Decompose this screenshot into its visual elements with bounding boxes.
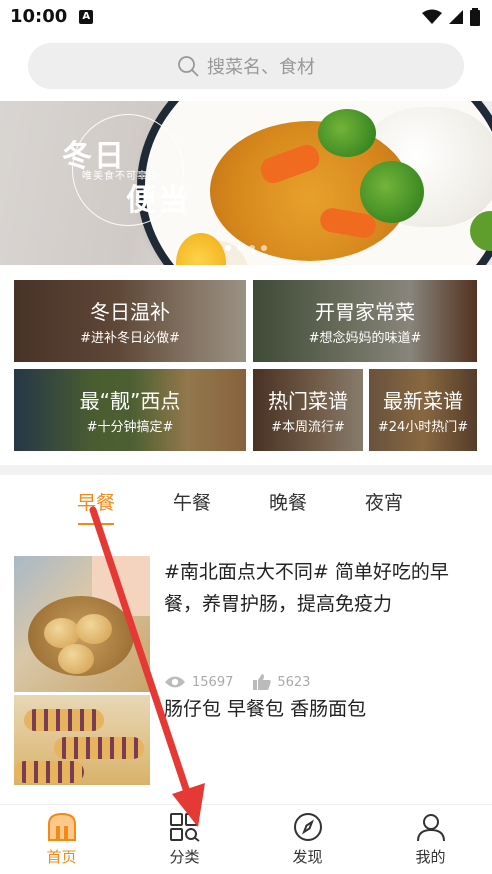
nav-home-label: 首页 <box>46 848 77 866</box>
category-title: 最“靓”西点 <box>79 389 181 413</box>
battery-icon <box>470 7 480 26</box>
nav-discover-label: 发现 <box>292 848 323 866</box>
recipe-bun-image <box>76 614 112 644</box>
recipe-roll-image <box>54 737 144 759</box>
nav-home[interactable]: 首页 <box>0 805 123 874</box>
banner-dot[interactable] <box>261 245 267 251</box>
category-subtitle: #进补冬日必做# <box>80 331 180 346</box>
category-subtitle: #十分钟搞定# <box>86 420 174 435</box>
nav-category-label: 分类 <box>169 848 200 866</box>
nav-profile-label: 我的 <box>415 848 446 866</box>
recipe-roll-image <box>24 709 104 731</box>
category-tile-newest[interactable]: 最新菜谱 #24小时热门# <box>369 369 477 451</box>
tab-lunch[interactable]: 午餐 <box>144 475 240 531</box>
category-subtitle: #24小时热门# <box>377 420 469 435</box>
category-title: 热门菜谱 <box>268 389 348 413</box>
category-grid-icon <box>169 813 200 842</box>
tab-late-night[interactable]: 夜宵 <box>336 475 432 531</box>
wifi-icon <box>422 9 442 24</box>
notification-badge-icon: A <box>79 9 94 24</box>
search-placeholder: 搜菜名、食材 <box>207 57 315 78</box>
banner-dot[interactable] <box>249 245 255 251</box>
recipe-body: #南北面点大不同# 简单好吃的早餐，养胃护肠，提高免疫力 15697 5623 <box>150 556 492 695</box>
recipe-list-item[interactable]: #南北面点大不同# 简单好吃的早餐，养胃护肠，提高免疫力 15697 5623 <box>0 531 492 695</box>
nav-profile[interactable]: 我的 <box>369 805 492 874</box>
search-input[interactable]: 搜菜名、食材 <box>28 43 464 89</box>
status-bar: 10:00 A <box>0 0 492 33</box>
category-subtitle: #想念妈妈的味道# <box>308 331 422 346</box>
thumbs-up-icon <box>253 674 272 690</box>
category-grid: 冬日温补 #进补冬日必做# 开胃家常菜 #想念妈妈的味道# 最“靓”西点 #十分… <box>0 265 492 465</box>
views-stat: 15697 <box>164 675 233 690</box>
banner-title-2: 便当 <box>126 183 190 218</box>
recipe-stats: 15697 5623 <box>164 674 322 690</box>
user-icon <box>416 814 445 842</box>
recipe-thumbnail <box>14 556 150 692</box>
recipe-title: #南北面点大不同# 简单好吃的早餐，养胃护肠，提高免疫力 <box>164 561 449 615</box>
status-time: 10:00 <box>10 6 68 27</box>
likes-stat: 5623 <box>253 674 310 690</box>
recipe-title: 肠仔包 早餐包 香肠面包 <box>164 698 367 720</box>
recipe-bun-image <box>58 644 94 674</box>
search-bar-container: 搜菜名、食材 <box>0 33 492 101</box>
banner-dot[interactable] <box>225 245 231 251</box>
bottom-navigation: 首页 分类 发现 我的 <box>0 804 492 874</box>
category-title: 最新菜谱 <box>383 389 463 413</box>
banner-broccoli-image <box>318 109 376 157</box>
category-tile-desserts[interactable]: 最“靓”西点 #十分钟搞定# <box>14 369 246 451</box>
status-icons <box>422 7 480 26</box>
signal-icon <box>449 9 463 24</box>
search-icon <box>178 56 199 77</box>
meal-tabs: 早餐 午餐 晚餐 夜宵 <box>0 475 492 531</box>
recipe-roll-image <box>14 761 84 783</box>
recipe-thumbnail <box>14 695 150 785</box>
compass-icon <box>293 813 322 841</box>
category-tile-popular[interactable]: 热门菜谱 #本周流行# <box>253 369 363 451</box>
category-subtitle: #本周流行# <box>271 420 345 435</box>
banner-pagination <box>0 245 492 251</box>
banner-dot[interactable] <box>237 245 243 251</box>
section-divider <box>0 465 492 475</box>
tab-dinner[interactable]: 晚餐 <box>240 475 336 531</box>
nav-discover[interactable]: 发现 <box>246 805 369 874</box>
category-tile-winter[interactable]: 冬日温补 #进补冬日必做# <box>14 280 246 362</box>
eye-icon <box>165 676 185 688</box>
home-icon <box>47 812 76 841</box>
category-title: 冬日温补 <box>90 300 170 324</box>
category-title: 开胃家常菜 <box>315 300 415 324</box>
category-tile-home-cooking[interactable]: 开胃家常菜 #想念妈妈的味道# <box>253 280 477 362</box>
promo-banner[interactable]: 冬日 唯美食不可辜负 便当 <box>0 101 492 265</box>
tab-breakfast[interactable]: 早餐 <box>48 475 144 531</box>
nav-category[interactable]: 分类 <box>123 805 246 874</box>
likes-count: 5623 <box>277 674 311 690</box>
banner-broccoli-image <box>360 161 424 223</box>
views-count: 15697 <box>192 674 234 690</box>
